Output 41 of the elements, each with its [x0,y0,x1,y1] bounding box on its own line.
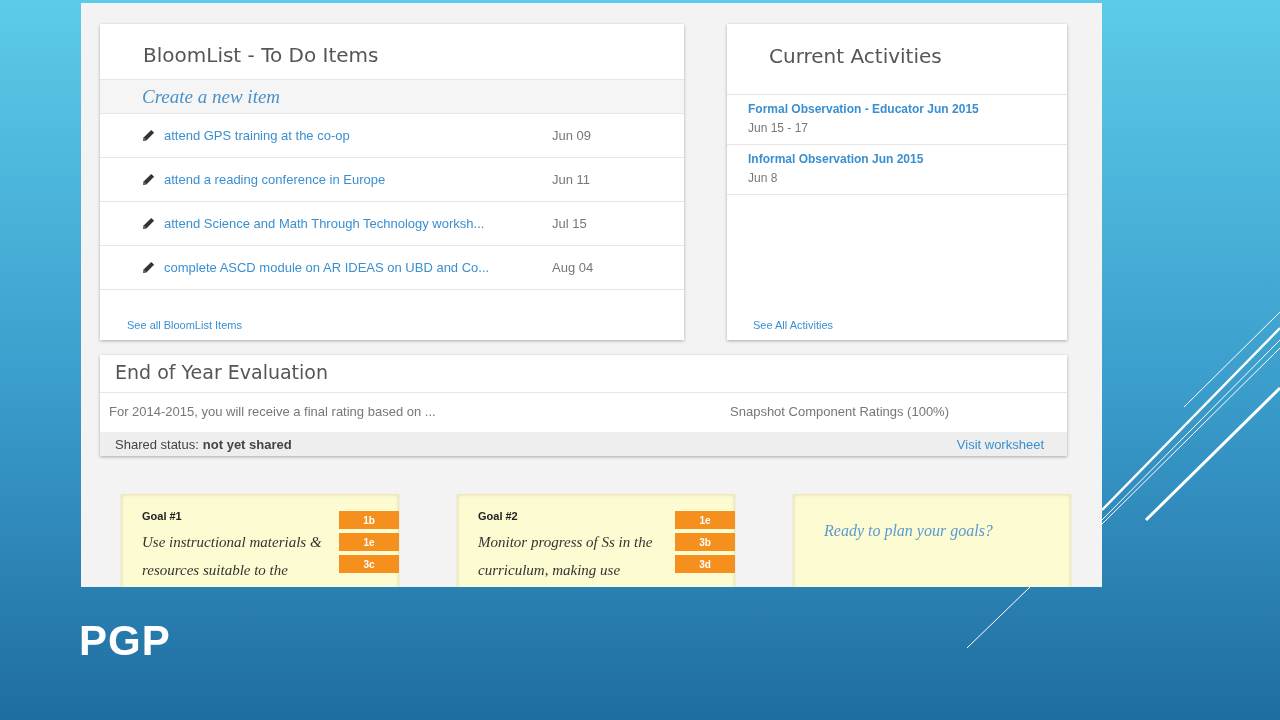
create-item-link[interactable]: Create a new item [100,80,684,114]
due-date: Aug 04 [552,260,594,275]
card-title: End of Year Evaluation [100,355,1067,393]
worksheet-link[interactable]: Visit worksheet [956,436,1044,452]
goal-text: Monitor progress of Ss in the curriculum, making use [478,533,654,580]
goal-note[interactable]: Goal #2 Monitor progress of Ss in the curriculum, making use 1e 3b 3d [457,494,735,587]
goal-note[interactable]: Goal #1 Use instructional materials & resources suitable to the 1b 1e 3c [121,494,399,587]
card-title: Current Activities [727,24,1067,95]
status-label: Shared status: [115,436,199,452]
todo-item-link[interactable]: attend GPS training at the co-op [164,128,552,143]
due-date: Jul 15 [552,216,587,231]
goal-label: Goal #2 [478,510,519,522]
plan-goals-prompt[interactable]: Ready to plan your goals? [814,510,993,540]
component-tag: 1e [675,511,735,529]
pencil-icon[interactable] [142,173,155,186]
activity-link[interactable]: Formal Observation - Educator Jun 2015 [748,102,1067,116]
goal-note[interactable]: Ready to plan your goals? [793,494,1071,587]
pencil-icon[interactable] [142,217,155,230]
component-tag: 3d [675,555,735,573]
due-date: Jun 11 [552,172,591,187]
see-all-link[interactable]: See all BloomList Items [100,319,684,340]
todo-item-link[interactable]: attend a reading conference in Europe [164,172,552,187]
todo-item-link[interactable]: attend Science and Math Through Technology worksh... [164,216,552,231]
goal-text: Use instructional materials & resources suitable to the [142,533,323,580]
pencil-icon[interactable] [142,261,155,274]
component-tag: 1e [339,533,399,551]
slide-title: PGP [79,617,171,665]
goal-label: Goal #1 [142,510,183,522]
ratings-text: Snapshot Component Ratings (100%) [730,404,949,421]
evaluation-description: For 2014-2015, you will receive a final rating based on ... [109,404,436,421]
due-date: Jun 09 [552,128,592,143]
component-tag: 1b [339,511,399,529]
status-value: not yet shared [202,436,292,452]
activity-link[interactable]: Informal Observation Jun 2015 [748,152,1067,166]
component-tag: 3b [675,533,735,551]
activity-dates: Jun 8 [748,171,779,185]
see-all-link[interactable]: See All Activities [727,319,1067,340]
todo-item-link[interactable]: complete ASCD module on AR IDEAS on UBD and Co... [164,260,552,275]
pencil-icon[interactable] [142,129,155,142]
activity-dates: Jun 15 - 17 [748,121,810,135]
component-tag: 3c [339,555,399,573]
